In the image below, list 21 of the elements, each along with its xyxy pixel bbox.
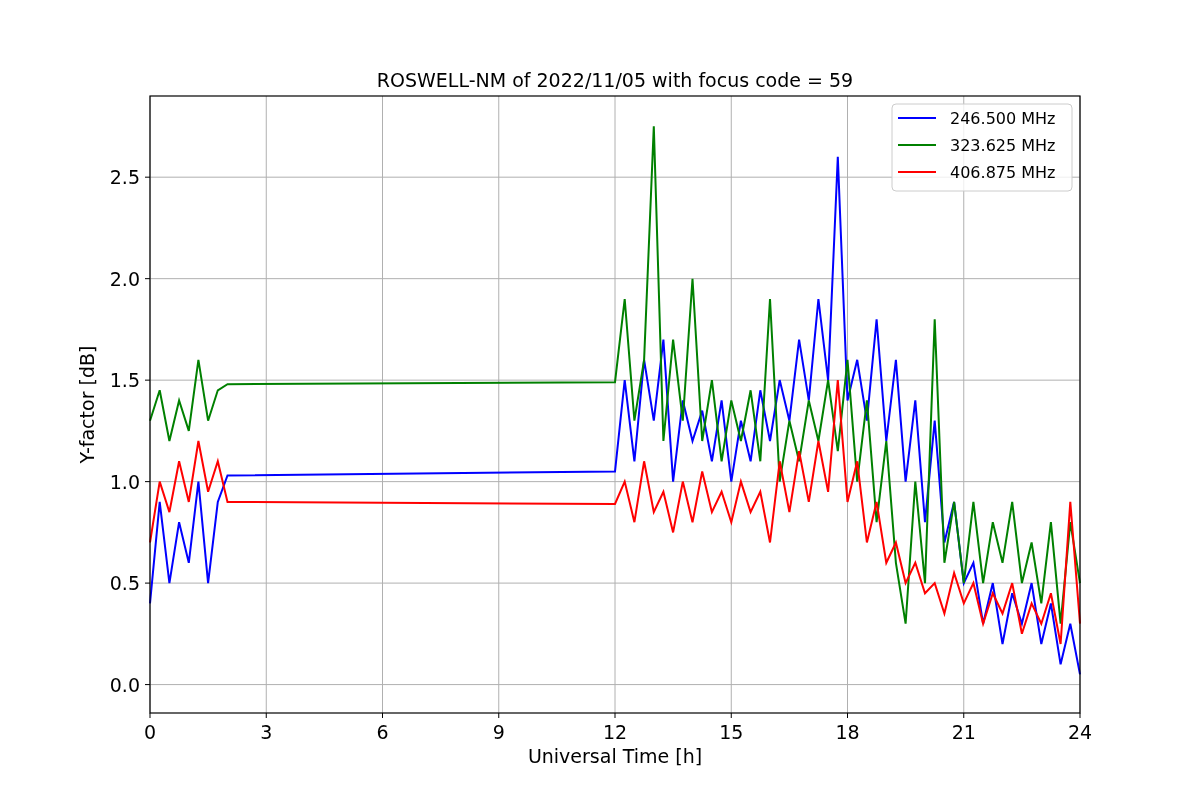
y-tick-label: 0.5 bbox=[109, 572, 140, 595]
y-tick-label: 0.0 bbox=[109, 673, 140, 696]
x-tick-label: 3 bbox=[260, 721, 273, 743]
x-tick-label: 24 bbox=[1067, 721, 1093, 743]
x-tick-label: 15 bbox=[719, 721, 744, 743]
x-tick-label: 21 bbox=[951, 721, 976, 743]
x-tick-label: 0 bbox=[143, 721, 157, 743]
x-tick-label: 12 bbox=[602, 721, 628, 743]
y-tick-label: 2.0 bbox=[109, 267, 140, 290]
legend-label: 323.625 MHz bbox=[950, 136, 1056, 155]
x-tick-label: 6 bbox=[376, 721, 389, 743]
y-tick-label: 1.5 bbox=[109, 369, 140, 392]
x-tick-label: 18 bbox=[835, 721, 860, 743]
y-axis-label: Y-factor [dB] bbox=[76, 345, 98, 464]
chart-title: ROSWELL-NM of 2022/11/05 with focus code = 59 bbox=[376, 69, 854, 91]
y-tick-label: 2.5 bbox=[109, 166, 140, 189]
x-axis-label: Universal Time [h] bbox=[527, 745, 703, 767]
y-tick-label: 1.0 bbox=[109, 470, 140, 493]
x-tick-label: 9 bbox=[492, 721, 505, 743]
legend-label: 406.875 MHz bbox=[950, 163, 1056, 182]
legend-label: 246.500 MHz bbox=[950, 109, 1056, 128]
